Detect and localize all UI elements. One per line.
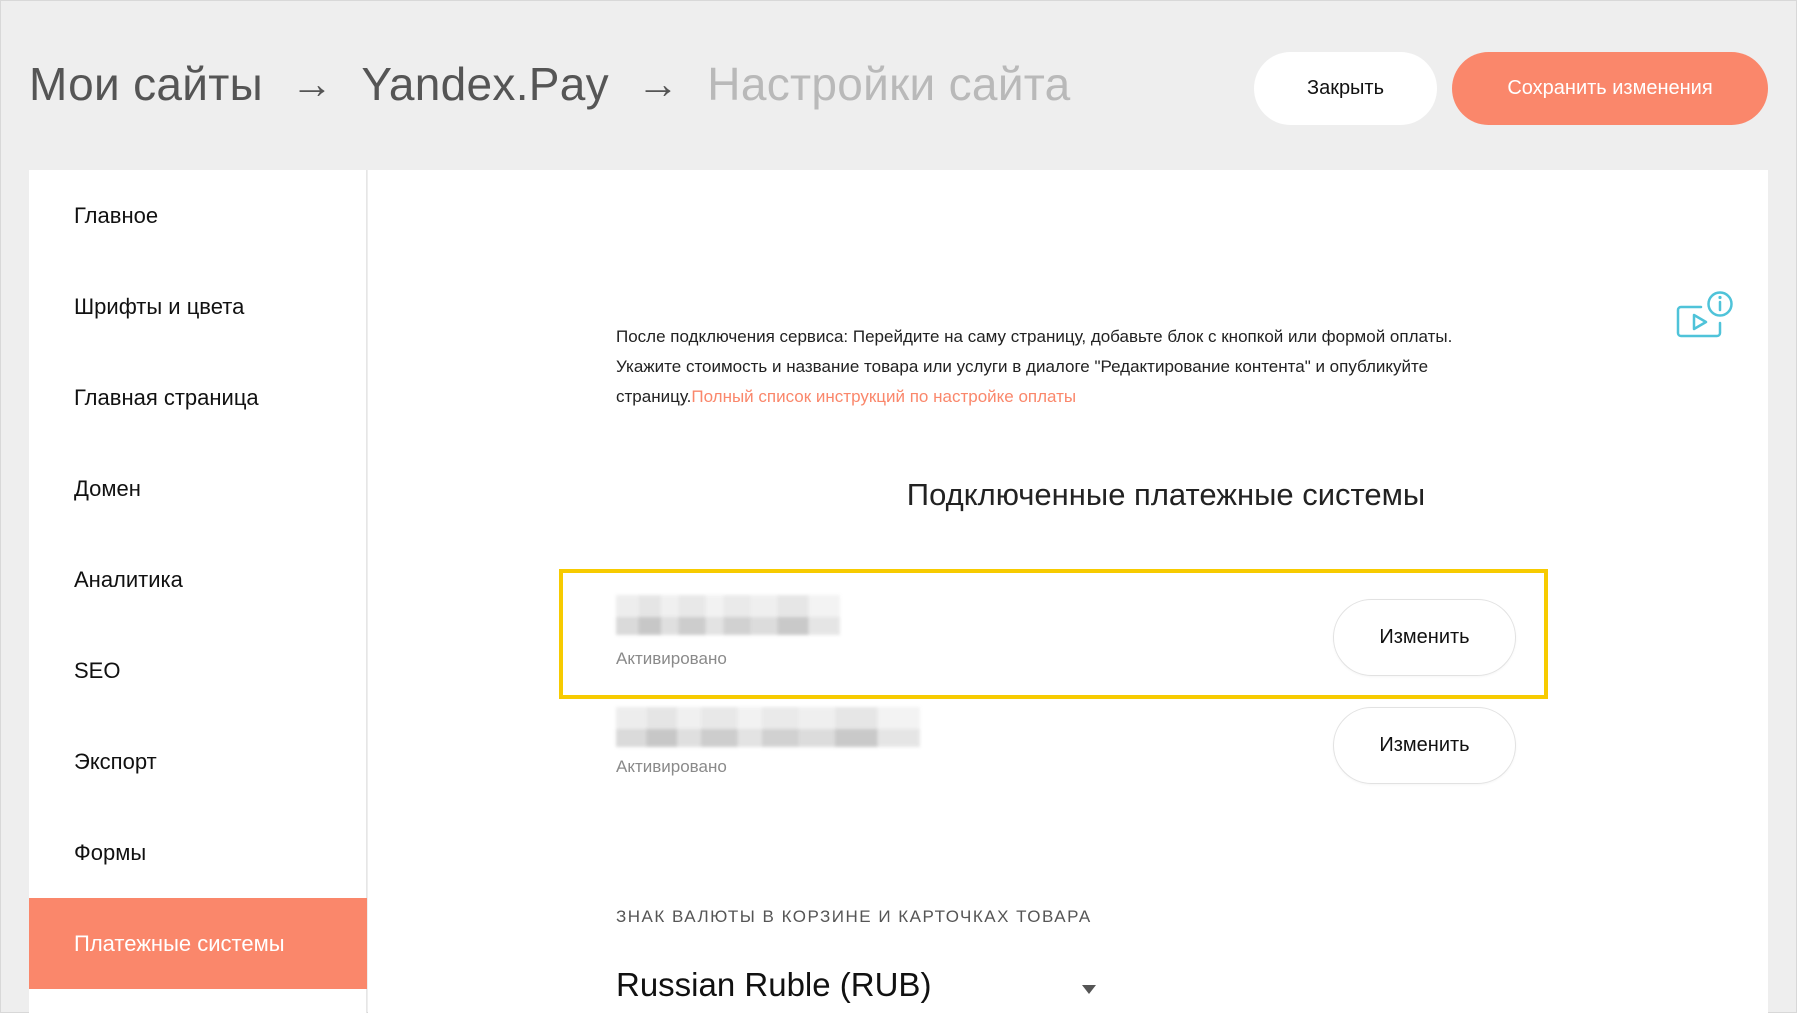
breadcrumb-arrow-icon: → [291,60,334,107]
app-window: Мои сайты → Yandex.Pay → Настройки сайта… [0,0,1797,1013]
breadcrumb-my-sites[interactable]: Мои сайты [29,57,263,111]
edit-payment-button[interactable]: Изменить [1333,599,1516,676]
payment-system-name-blurred [616,595,840,635]
instructions-text: После подключения сервиса: Перейдите на … [616,322,1476,412]
currency-select[interactable]: Russian Ruble (RUB) [616,960,1096,1010]
sidebar-item-fonts-colors[interactable]: Шрифты и цвета [29,261,367,352]
chevron-down-icon [1082,984,1096,994]
instructions-link[interactable]: Полный список инструкций по настройке оп… [691,387,1076,406]
payment-status: Активировано [616,757,727,776]
header: Мои сайты → Yandex.Pay → Настройки сайта… [1,1,1797,169]
sidebar-item-main[interactable]: Главное [29,170,367,261]
sidebar-item-home-page[interactable]: Главная страница [29,352,367,443]
section-title: Подключенные платежные системы [368,477,1768,513]
breadcrumb-current: Настройки сайта [707,58,1071,110]
save-changes-button[interactable]: Сохранить изменения [1452,52,1768,125]
sidebar-item-forms[interactable]: Формы [29,807,367,898]
sidebar-item-analytics[interactable]: Аналитика [29,534,367,625]
payment-status: Активировано [616,649,727,668]
settings-panel: После подключения сервиса: Перейдите на … [368,170,1768,1013]
currency-value: Russian Ruble (RUB) [616,966,932,1003]
sidebar-item-domain[interactable]: Домен [29,443,367,534]
breadcrumb-site[interactable]: Yandex.Pay [361,57,609,111]
payment-system-name-blurred [616,707,920,747]
close-button[interactable]: Закрыть [1254,52,1437,125]
sidebar-item-seo[interactable]: SEO [29,625,367,716]
edit-payment-button[interactable]: Изменить [1333,707,1516,784]
currency-label: ЗНАК ВАЛЮТЫ В КОРЗИНЕ И КАРТОЧКАХ ТОВАРА [616,907,1092,926]
sidebar: Главное Шрифты и цвета Главная страница … [29,170,367,1013]
breadcrumb-arrow-icon: → [636,60,680,107]
breadcrumb: Мои сайты → Yandex.Pay → Настройки сайта [29,57,1071,111]
video-info-icon[interactable] [1673,289,1735,343]
sidebar-item-export[interactable]: Экспорт [29,716,367,807]
section-title-text: Подключенные платежные системы [906,477,1426,512]
sidebar-item-payment-systems[interactable]: Платежные системы [29,898,367,989]
